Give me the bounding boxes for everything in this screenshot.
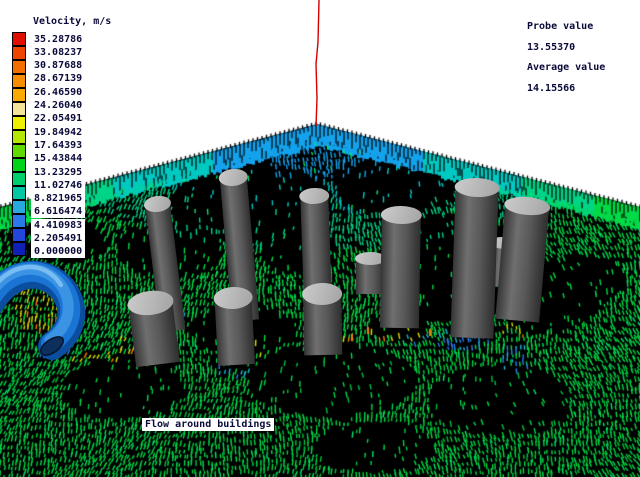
legend-value: 28.67139 <box>31 72 85 85</box>
building-roof <box>381 206 422 225</box>
legend-value: 24.26040 <box>31 99 85 112</box>
legend-value: 13.23295 <box>31 166 85 179</box>
legend-value: 2.205491 <box>31 232 85 245</box>
building-cylinder <box>450 177 499 338</box>
streamline-tube <box>0 258 92 362</box>
legend-value: 15.43844 <box>31 152 85 165</box>
building-wall <box>450 187 498 339</box>
legend-value: 30.87688 <box>31 59 85 72</box>
legend-value: 33.08237 <box>31 46 85 59</box>
legend-value: 11.02746 <box>31 179 85 192</box>
legend-colorbar-segment <box>12 88 26 102</box>
legend-colorbar-segment <box>12 186 26 200</box>
legend-colorbar-segment <box>12 172 26 186</box>
legend-colorbar-segment <box>12 46 26 60</box>
legend-value: 4.410983 <box>31 219 85 232</box>
legend-colorbar-segment <box>12 144 26 158</box>
legend-value: 6.616474 <box>31 205 85 218</box>
legend-colorbar-segment <box>12 158 26 172</box>
viewport[interactable]: Velocity, m/s 35.2878633.0823730.8768828… <box>0 0 640 477</box>
probe-value-label: Probe value <box>527 21 593 33</box>
legend-colorbar-segment <box>12 228 26 242</box>
building-cylinder <box>214 286 255 366</box>
legend-value: 26.46590 <box>31 86 85 99</box>
building-cylinder <box>380 206 421 329</box>
scene-caption: Flow around buildings <box>142 418 274 431</box>
building-wall <box>380 215 421 329</box>
legend-colorbar-segment <box>12 74 26 88</box>
legend-colorbar-segment <box>12 102 26 116</box>
average-value-label: Average value <box>527 62 605 74</box>
legend-colorbar-segment <box>12 214 26 228</box>
legend-value: 35.28786 <box>31 33 85 46</box>
legend-value: 8.821965 <box>31 192 85 205</box>
building-cylinder <box>127 288 180 367</box>
legend-colorbar <box>12 32 26 256</box>
legend-colorbar-segment <box>12 32 26 46</box>
probe-value: 13.55370 <box>527 42 575 54</box>
legend-colorbar-segment <box>12 130 26 144</box>
legend-colorbar-segment <box>12 200 26 214</box>
legend-value: 22.05491 <box>31 112 85 125</box>
legend-value: 17.64393 <box>31 139 85 152</box>
legend-colorbar-segment <box>12 242 26 256</box>
legend-title: Velocity, m/s <box>31 16 113 28</box>
legend-colorbar-segment <box>12 60 26 74</box>
legend-value: 0.000000 <box>31 245 85 258</box>
average-value: 14.15566 <box>527 83 575 95</box>
legend-colorbar-segment <box>12 116 26 130</box>
building-cylinder <box>303 283 342 356</box>
legend-value: 19.84942 <box>31 126 85 139</box>
